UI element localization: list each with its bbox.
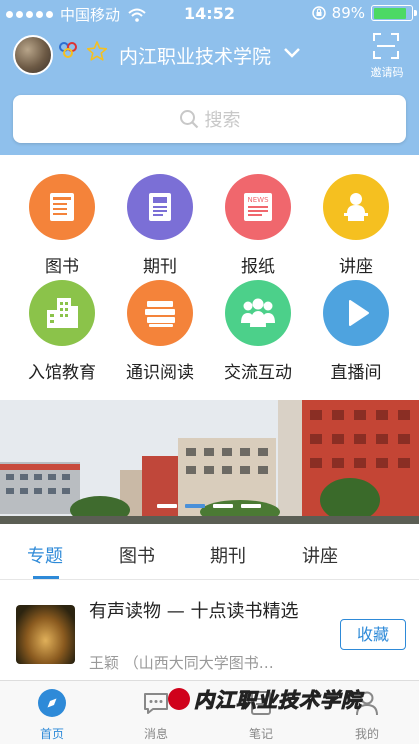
battery-level (373, 7, 407, 19)
grid-circle (127, 280, 193, 346)
message-icon (144, 693, 168, 714)
grid-circle (225, 280, 291, 346)
badge-icon (59, 42, 77, 58)
tab-topics[interactable]: 专题 (27, 542, 63, 568)
star-icon[interactable] (86, 40, 108, 62)
top-bar: 内江职业技术学院 邀请码 (0, 30, 419, 82)
book-icon (50, 193, 74, 221)
grid-label: 图书 (45, 257, 79, 277)
grid-label: 期刊 (143, 257, 177, 277)
tab-journals[interactable]: 期刊 (210, 542, 246, 568)
people-icon (241, 298, 275, 327)
battery-percent: 89% (331, 4, 365, 22)
grid-item-orientation[interactable]: 入馆教育 (13, 280, 111, 383)
favorite-button[interactable]: 收藏 (340, 619, 406, 650)
grid-item-general-reading[interactable]: 通识阅读 (111, 280, 209, 383)
item-title: 有声读物 — 十点读书精选 (89, 601, 299, 622)
nav-home[interactable]: 首页 (0, 681, 104, 744)
nav-label: 消息 (143, 727, 168, 741)
building-icon (47, 298, 78, 328)
item-thumbnail (16, 605, 75, 664)
school-name[interactable]: 内江职业技术学院 (119, 42, 271, 69)
grid-circle (323, 174, 389, 240)
grid-circle (29, 174, 95, 240)
lecture-icon (344, 193, 368, 221)
app-screen: 中国移动 14:52 89% 内江职业技术学院 邀请码 搜索 图书 期刊 NEW… (0, 0, 419, 744)
nav-label: 我的 (354, 727, 379, 741)
grid-item-newspaper[interactable]: NEWS 报纸 (209, 174, 307, 277)
status-right: 89% (311, 4, 417, 22)
search-icon (179, 110, 198, 129)
grid-item-interaction[interactable]: 交流互动 (209, 280, 307, 383)
svg-text:NEWS: NEWS (247, 196, 269, 204)
pager-dot[interactable] (213, 504, 233, 508)
search-placeholder: 搜索 (204, 110, 241, 131)
watermark: 内江职业技术学院 (168, 684, 362, 713)
list-item[interactable]: 有声读物 — 十点读书精选 王颖 （山西大同大学图书… 收藏 (0, 592, 419, 678)
active-tab-indicator (33, 576, 59, 579)
nav-label: 首页 (39, 727, 64, 741)
grid-label: 交流互动 (224, 363, 292, 383)
header: 中国移动 14:52 89% 内江职业技术学院 邀请码 搜索 (0, 0, 419, 155)
rotation-lock-icon (311, 6, 326, 20)
newspaper-icon: NEWS (244, 193, 272, 221)
invite-code-label[interactable]: 邀请码 (364, 64, 410, 80)
grid-item-live-room[interactable]: 直播间 (307, 280, 405, 383)
pager-dot-active[interactable] (185, 504, 205, 508)
watermark-logo (168, 687, 190, 710)
grid-label: 报纸 (241, 257, 275, 277)
status-bar: 中国移动 14:52 89% (0, 0, 419, 28)
banner-pager (157, 504, 261, 508)
grid-label: 入馆教育 (28, 363, 96, 383)
nav-label: 笔记 (248, 727, 273, 741)
grid-item-journal[interactable]: 期刊 (111, 174, 209, 277)
item-author: 王颖 （山西大同大学图书… (89, 654, 274, 672)
battery-icon (371, 5, 417, 21)
grid-label: 讲座 (339, 257, 373, 277)
watermark-text: 内江职业技术学院 (194, 688, 362, 713)
grid-item-book[interactable]: 图书 (13, 174, 111, 277)
grid-circle: NEWS (225, 174, 291, 240)
avatar[interactable] (13, 35, 53, 75)
search-input[interactable]: 搜索 (13, 95, 406, 143)
play-icon (349, 300, 369, 326)
books-stack-icon (145, 301, 175, 327)
grid-item-lecture[interactable]: 讲座 (307, 174, 405, 277)
chevron-down-icon[interactable] (283, 47, 301, 59)
grid-circle (29, 280, 95, 346)
pager-dot[interactable] (157, 504, 177, 508)
scan-icon[interactable] (372, 32, 400, 60)
pager-dot[interactable] (241, 504, 261, 508)
tab-books[interactable]: 图书 (119, 542, 155, 568)
tab-lectures[interactable]: 讲座 (302, 542, 338, 568)
grid-label: 通识阅读 (126, 363, 194, 383)
compass-icon (38, 689, 66, 717)
content-tabs: 专题 图书 期刊 讲座 (0, 524, 419, 580)
journal-icon (149, 193, 171, 221)
grid-label: 直播间 (330, 363, 382, 383)
grid-circle (127, 174, 193, 240)
grid-circle (323, 280, 389, 346)
